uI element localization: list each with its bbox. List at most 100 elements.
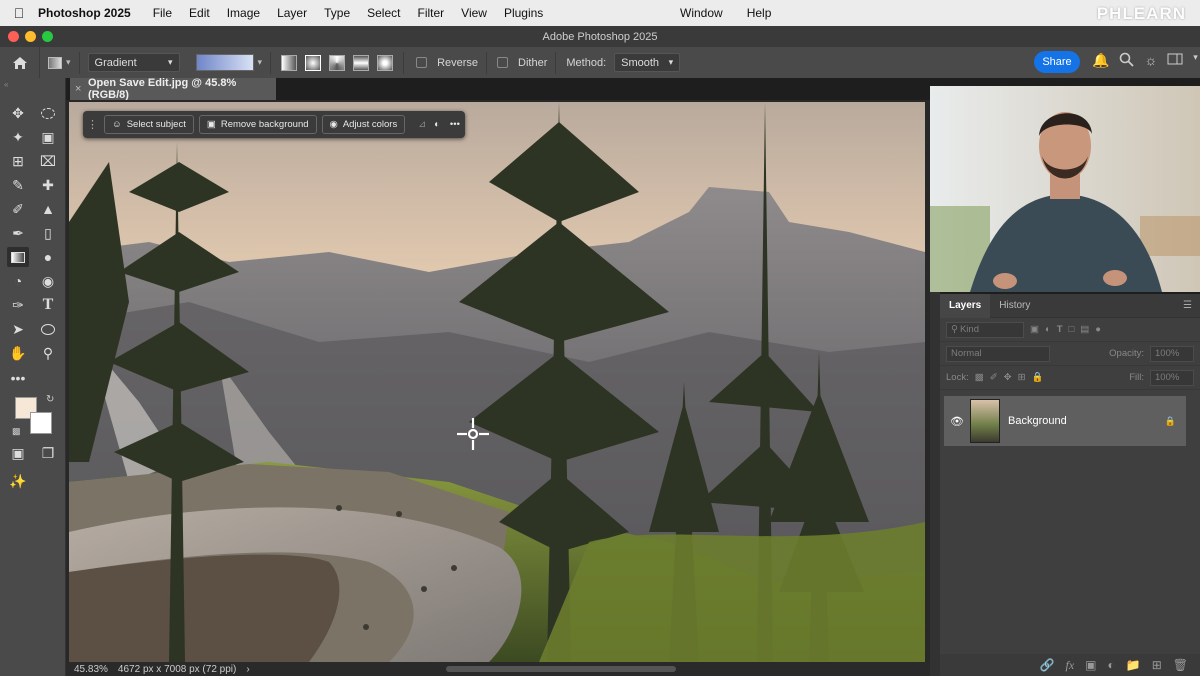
blur-tool-icon[interactable]: ● bbox=[37, 247, 59, 267]
chevron-down-icon[interactable]: ▾ bbox=[1193, 52, 1198, 69]
edit-toolbar-icon[interactable]: ••• bbox=[7, 368, 29, 388]
eyedropper-tool-icon[interactable]: ✎ bbox=[7, 175, 29, 195]
share-button[interactable]: Share bbox=[1034, 51, 1080, 73]
workspace-icon[interactable] bbox=[1167, 52, 1183, 66]
frame-tool-icon[interactable]: ⌧ bbox=[37, 151, 59, 171]
marquee-tool-icon[interactable] bbox=[37, 103, 59, 123]
menu-plugins[interactable]: Plugins bbox=[504, 6, 543, 20]
dither-check[interactable] bbox=[497, 57, 509, 68]
new-layer-icon[interactable]: ⊞ bbox=[1152, 658, 1162, 672]
pen-tool-icon[interactable]: ✑ bbox=[7, 295, 29, 315]
menu-select[interactable]: Select bbox=[367, 6, 400, 20]
brush-tool-icon[interactable]: ✐ bbox=[7, 199, 29, 219]
eraser-tool-icon[interactable]: ▯ bbox=[37, 223, 59, 243]
lock-artboard-icon[interactable]: ⊞ bbox=[1018, 372, 1026, 383]
healing-brush-tool-icon[interactable]: ✚ bbox=[37, 175, 59, 195]
menu-image[interactable]: Image bbox=[227, 6, 260, 20]
dodge-tool-icon[interactable]: ◔ bbox=[7, 271, 29, 291]
linear-gradient-icon[interactable] bbox=[281, 54, 298, 71]
lock-pixels-icon[interactable]: ✐ bbox=[990, 372, 998, 383]
add-mask-icon[interactable]: ▣ bbox=[1085, 658, 1096, 672]
select-subject-button[interactable]: ☺ Select subject bbox=[104, 115, 194, 134]
adjust-colors-button[interactable]: ◉ Adjust colors bbox=[321, 115, 406, 134]
canvas-image[interactable] bbox=[69, 102, 925, 662]
filter-pixel-icon[interactable]: ▣ bbox=[1030, 324, 1039, 335]
swap-colors-icon[interactable]: ↻ bbox=[46, 394, 54, 405]
menu-filter[interactable]: Filter bbox=[417, 6, 444, 20]
lasso-icon[interactable]: ⊿ bbox=[418, 119, 426, 130]
background-color-swatch[interactable] bbox=[30, 412, 52, 434]
method-dropdown[interactable]: Smooth ▾ bbox=[614, 53, 681, 72]
filter-type-icon[interactable]: T bbox=[1057, 324, 1063, 335]
filter-shape-icon[interactable]: □ bbox=[1069, 324, 1075, 335]
layer-name[interactable]: Background bbox=[1008, 415, 1067, 427]
zoom-tool-icon[interactable]: ⚲ bbox=[37, 343, 59, 363]
contrast-icon[interactable]: ◐ bbox=[434, 119, 440, 130]
menu-window[interactable]: Window bbox=[680, 6, 723, 20]
panel-menu-icon[interactable]: ☰ bbox=[1183, 300, 1192, 311]
crop-tool-icon[interactable]: ⊞ bbox=[7, 151, 29, 171]
kind-filter-dropdown[interactable]: ⚲ Kind bbox=[946, 321, 1024, 338]
clone-stamp-tool-icon[interactable]: ▲ bbox=[37, 199, 59, 219]
menu-type[interactable]: Type bbox=[324, 6, 350, 20]
dither-checkbox[interactable]: Dither bbox=[487, 51, 557, 74]
delete-layer-icon[interactable]: 🗑 bbox=[1173, 658, 1188, 672]
type-tool-icon[interactable]: T bbox=[37, 295, 59, 315]
blend-mode-dropdown[interactable]: Normal bbox=[946, 345, 1050, 362]
lock-position-icon[interactable]: ✥ bbox=[1004, 372, 1012, 383]
close-tab-icon[interactable]: × bbox=[75, 83, 81, 95]
status-menu-arrow[interactable]: › bbox=[246, 664, 249, 675]
lock-transparency-icon[interactable]: ▩ bbox=[975, 372, 984, 383]
visibility-eye-icon[interactable]: 👁 bbox=[944, 415, 970, 428]
filter-toggle-icon[interactable]: ● bbox=[1095, 324, 1101, 335]
lock-all-icon[interactable]: 🔒 bbox=[1032, 372, 1044, 383]
gradient-type-dropdown[interactable]: Gradient ▾ bbox=[87, 53, 180, 72]
layer-style-icon[interactable]: fx bbox=[1065, 658, 1074, 673]
zoom-level[interactable]: 45.83% bbox=[74, 664, 108, 675]
fill-field[interactable]: 100% bbox=[1150, 369, 1194, 386]
menu-help[interactable]: Help bbox=[747, 6, 772, 20]
radial-gradient-icon[interactable] bbox=[305, 54, 322, 71]
ellipse-tool-icon[interactable] bbox=[37, 319, 59, 339]
zoom-window-button[interactable] bbox=[42, 31, 53, 42]
horizontal-scrollbar[interactable] bbox=[446, 666, 676, 672]
tab-history[interactable]: History bbox=[990, 294, 1039, 318]
document-tab[interactable]: × Open Save Edit.jpg @ 45.8% (RGB/8) bbox=[70, 77, 276, 101]
reverse-check[interactable] bbox=[416, 57, 428, 68]
move-tool-icon[interactable]: ✥ bbox=[7, 103, 29, 123]
object-selection-tool-icon[interactable]: ✦ bbox=[7, 127, 29, 147]
menu-layer[interactable]: Layer bbox=[277, 6, 307, 20]
gradient-tool-icon[interactable] bbox=[7, 247, 29, 267]
collapse-icon[interactable]: « bbox=[4, 80, 8, 89]
generative-fill-icon[interactable]: ✨ bbox=[7, 471, 29, 491]
bell-icon[interactable]: 🔔 bbox=[1092, 52, 1109, 69]
default-colors-icon[interactable]: ▩ bbox=[12, 426, 21, 437]
gradient-picker[interactable]: ▾ bbox=[188, 51, 272, 74]
menu-app[interactable]: Photoshop 2025 bbox=[38, 6, 131, 20]
lightbulb-icon[interactable]: ☼ bbox=[1144, 52, 1157, 69]
smudge-tool-icon[interactable]: ◉ bbox=[37, 271, 59, 291]
remove-background-button[interactable]: ▣ Remove background bbox=[198, 115, 317, 134]
apple-icon[interactable]:  bbox=[0, 5, 38, 21]
canvas-area[interactable] bbox=[66, 100, 930, 662]
link-layers-icon[interactable]: 🔗 bbox=[1040, 658, 1055, 672]
drag-handle-icon[interactable]: ⋮ bbox=[87, 118, 98, 131]
tool-preset-picker[interactable]: ▾ bbox=[40, 51, 80, 74]
new-group-icon[interactable]: 📁 bbox=[1126, 658, 1141, 672]
more-options-icon[interactable]: ••• bbox=[450, 119, 460, 130]
reflected-gradient-icon[interactable] bbox=[353, 54, 370, 71]
angle-gradient-icon[interactable] bbox=[329, 54, 346, 71]
tab-layers[interactable]: Layers bbox=[940, 293, 991, 318]
quick-selection-tool-icon[interactable]: ▣ bbox=[37, 127, 59, 147]
history-brush-tool-icon[interactable]: ✒ bbox=[7, 223, 29, 243]
gradient-swatch[interactable] bbox=[195, 54, 254, 71]
reverse-checkbox[interactable]: Reverse bbox=[404, 51, 488, 74]
minimize-window-button[interactable] bbox=[25, 31, 36, 42]
diamond-gradient-icon[interactable] bbox=[377, 54, 394, 71]
quick-mask-icon[interactable]: ▣ bbox=[7, 443, 29, 463]
opacity-field[interactable]: 100% bbox=[1150, 345, 1194, 362]
menu-file[interactable]: File bbox=[153, 6, 172, 20]
menu-view[interactable]: View bbox=[461, 6, 487, 20]
filter-smart-object-icon[interactable]: ▤ bbox=[1080, 324, 1089, 335]
filter-adjustment-icon[interactable]: ◐ bbox=[1045, 324, 1051, 335]
